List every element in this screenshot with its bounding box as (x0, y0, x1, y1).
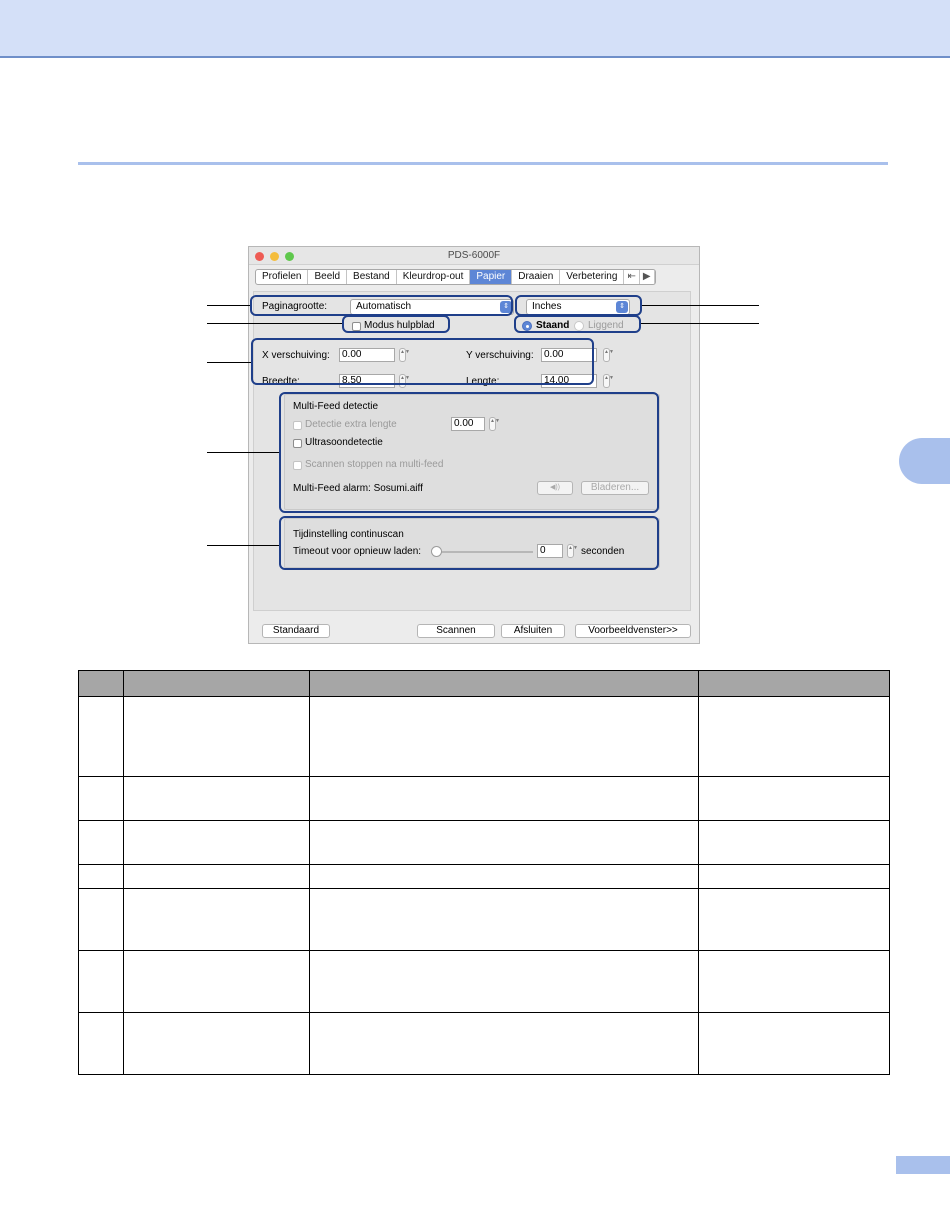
table-cell (698, 776, 890, 821)
close-button[interactable]: Afsluiten (501, 624, 565, 638)
table-cell (122, 820, 310, 865)
callout-units (515, 295, 642, 316)
length-stepper[interactable]: ▲▼ (603, 374, 614, 388)
callout-offset-size (251, 338, 594, 385)
table-row (78, 696, 890, 777)
callout-paper-size (250, 295, 513, 316)
tab-verbetering[interactable]: Verbetering (560, 270, 625, 284)
tab-overflow-icon[interactable]: ⇤ (624, 270, 640, 284)
table-cell (122, 776, 310, 821)
section-divider (78, 162, 888, 165)
y-offset-stepper[interactable]: ▲▼ (603, 348, 614, 362)
table-cell (308, 1012, 700, 1075)
default-button[interactable]: Standaard (262, 624, 330, 638)
table-cell (308, 888, 700, 951)
table-cell (308, 820, 700, 865)
table-cell (78, 696, 124, 777)
table-cell (308, 864, 700, 889)
table-cell (698, 696, 890, 777)
page-number-tab (896, 1156, 950, 1174)
tab-beeld[interactable]: Beeld (308, 270, 348, 284)
leader-line (207, 362, 251, 363)
table-cell (78, 776, 124, 821)
table-cell (698, 864, 890, 889)
table-cell (122, 1012, 310, 1075)
table-header-cell (122, 670, 310, 697)
table-cell (78, 864, 124, 889)
tab-draaien[interactable]: Draaien (512, 270, 561, 284)
callout-multifeed (279, 392, 659, 513)
table-cell (308, 696, 700, 777)
scan-button[interactable]: Scannen (417, 624, 495, 638)
table-cell (308, 776, 700, 821)
chapter-tab (899, 438, 950, 484)
callout-carrier-sheet (342, 315, 450, 333)
table-header-cell (78, 670, 124, 697)
tab-papier[interactable]: Papier (470, 270, 513, 284)
leader-line (641, 323, 759, 324)
table-row (78, 776, 890, 821)
table-cell (78, 1012, 124, 1075)
callout-orientation (514, 315, 641, 333)
table-cell (698, 820, 890, 865)
page-header-banner (0, 0, 950, 58)
preview-button[interactable]: Voorbeeldvenster>> (575, 624, 691, 638)
table-row (78, 864, 890, 889)
table-row (78, 1012, 890, 1075)
table-header-cell (698, 670, 890, 697)
tab-bestand[interactable]: Bestand (347, 270, 397, 284)
table-cell (698, 1012, 890, 1075)
table-cell (122, 864, 310, 889)
tab-next-icon[interactable]: ▶ (640, 270, 655, 284)
table-cell (698, 888, 890, 951)
table-cell (122, 950, 310, 1013)
leader-line (207, 323, 342, 324)
callout-continuous-scan (279, 516, 659, 570)
title-bar: PDS-6000F (249, 247, 699, 265)
tab-bar: Profielen Beeld Bestand Kleurdrop-out Pa… (255, 269, 656, 285)
leader-line (207, 545, 279, 546)
table-cell (698, 950, 890, 1013)
leader-line (207, 452, 279, 453)
table-cell (308, 950, 700, 1013)
table-row (78, 888, 890, 951)
leader-line (642, 305, 759, 306)
table-cell (78, 950, 124, 1013)
table-cell (122, 696, 310, 777)
table-row (78, 820, 890, 865)
window-title: PDS-6000F (447, 250, 501, 261)
table-header-cell (308, 670, 700, 697)
leader-line (207, 305, 250, 306)
table-cell (122, 888, 310, 951)
table-row (78, 950, 890, 1013)
tab-profielen[interactable]: Profielen (256, 270, 309, 284)
table-header-row (78, 670, 890, 697)
settings-table (78, 670, 890, 1075)
table-cell (78, 820, 124, 865)
tab-kleurdrop-out[interactable]: Kleurdrop-out (397, 270, 471, 284)
table-cell (78, 888, 124, 951)
